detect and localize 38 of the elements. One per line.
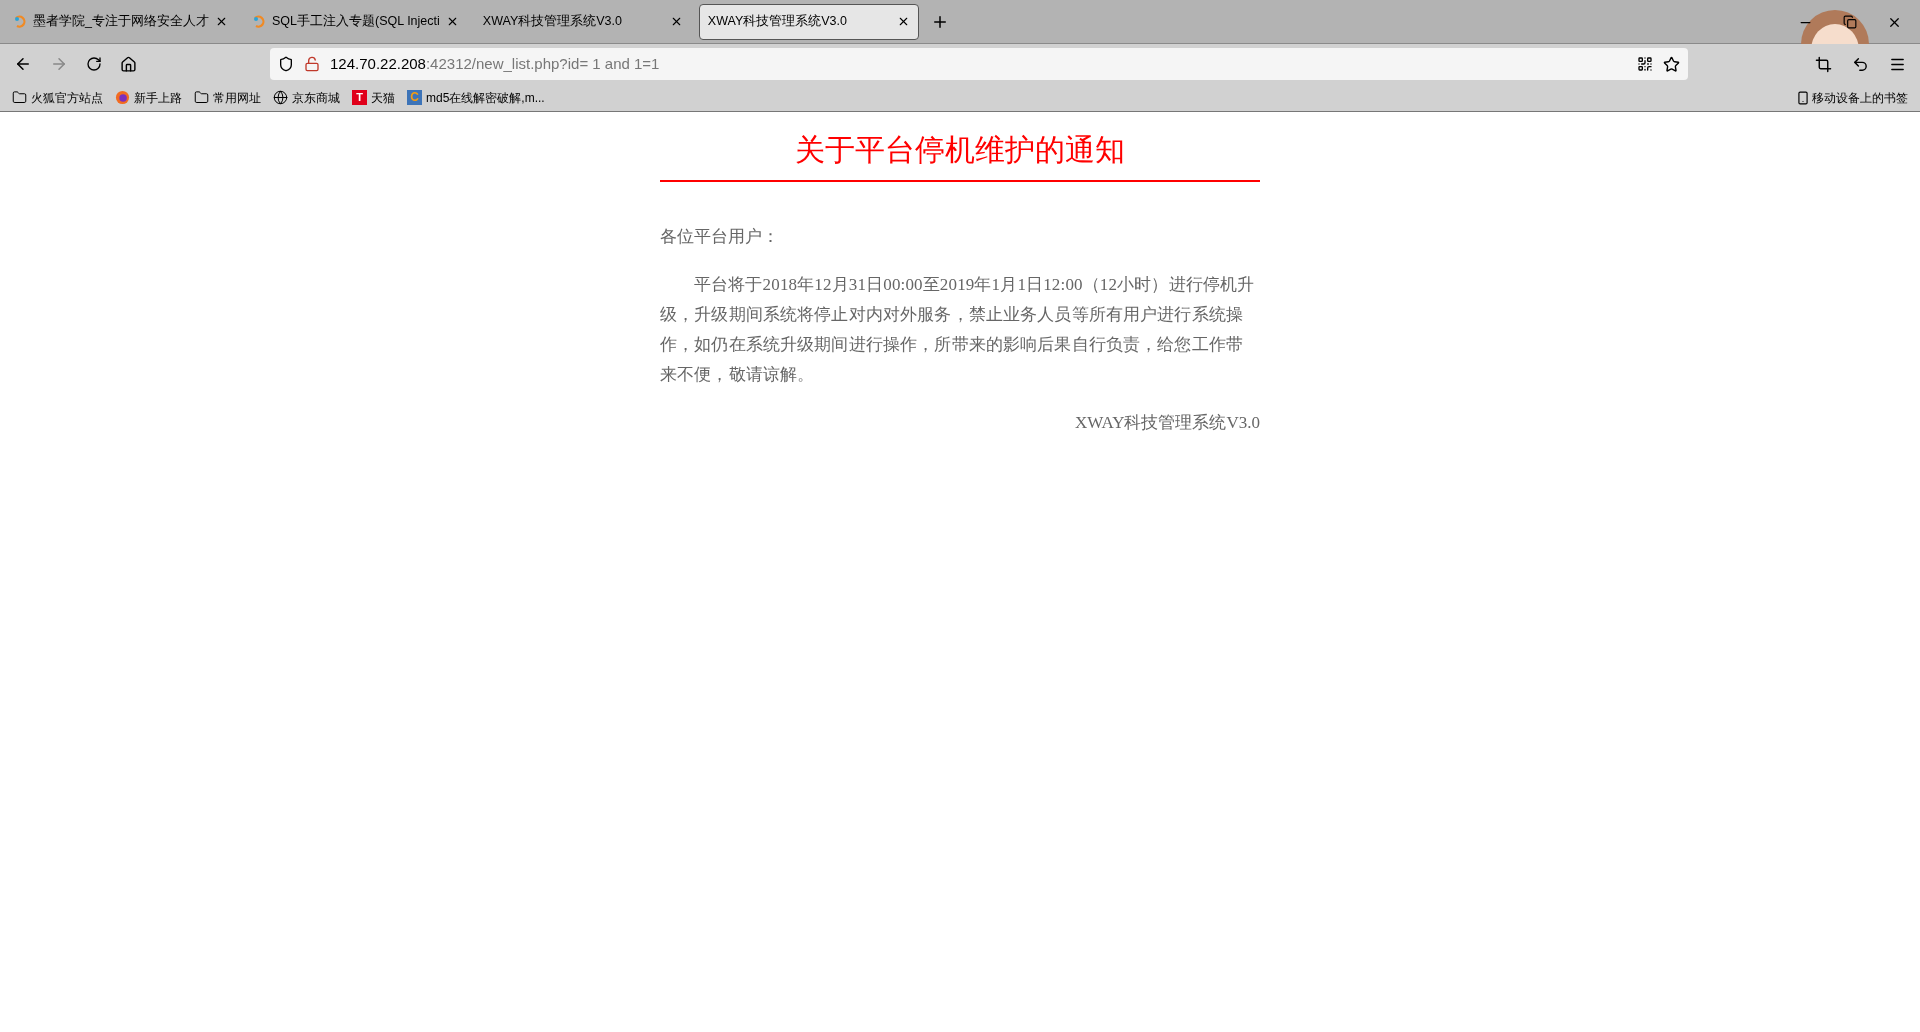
qr-code-icon[interactable] [1637, 56, 1653, 72]
firefox-icon [115, 90, 130, 105]
home-icon[interactable] [120, 55, 137, 73]
bookmark-item[interactable]: 火狐官方站点 [12, 88, 103, 107]
signature: XWAY科技管理系统V3.0 [1074, 412, 1260, 434]
tab-title: 墨者学院_专注于网络安全人才 [33, 13, 209, 31]
restore-icon[interactable] [1843, 15, 1857, 29]
mobile-bookmarks[interactable]: 移动设备上的书签 [1796, 88, 1908, 107]
tmall-icon: T [352, 90, 367, 105]
address-bar[interactable]: 124.70.22.208:42312/new_list.php?id= 1 and 1=1 [270, 48, 1688, 80]
browser-tab[interactable]: 墨者学院_专注于网络安全人才 [5, 3, 236, 40]
bookmark-item[interactable]: C md5在线解密破解,m... [407, 88, 545, 107]
browser-tab[interactable]: SQL手工注入专题(SQL Injecti [243, 3, 467, 40]
md5-site-icon: C [407, 90, 422, 105]
notice-body: 平台将于2018年12月31日00:00至2019年1月1日12:00（12小时）进行停机升级，升级期间系统将停止对内对外服务，禁止业务人员等所有用户进行系统操作，如仍在系统升级期间进行操作，所带来的影响后果自行负责，给您工作带来不便，敬请谅解。 [660, 274, 1256, 386]
browser-tab[interactable]: XWAY科技管理系统V3.0 [474, 3, 691, 40]
bookmark-item[interactable]: 常用网址 [194, 88, 261, 107]
tab-title: SQL手工注入专题(SQL Injecti [271, 13, 440, 31]
bookmark-item[interactable]: 京东商城 [273, 88, 340, 107]
tab-title: XWAY科技管理系统V3.0 [482, 13, 623, 31]
tab-title: XWAY科技管理系统V3.0 [707, 13, 848, 31]
greeting: 各位平台用户： [660, 226, 780, 248]
url-text: 124.70.22.208:42312/new_list.php?id= 1 and 1=1 [330, 53, 661, 74]
back-icon[interactable] [14, 55, 32, 73]
phone-icon [1796, 90, 1810, 105]
notice-title: 关于平台停机维护的通知 [794, 132, 1126, 168]
bookmark-star-icon[interactable] [1663, 55, 1680, 73]
bookmark-item[interactable]: T 天猫 [352, 88, 395, 107]
folder-icon [12, 90, 27, 105]
crop-icon[interactable] [1815, 55, 1832, 73]
shield-icon[interactable] [278, 56, 294, 72]
undo-icon[interactable] [1852, 55, 1869, 73]
browser-tab[interactable]: XWAY科技管理系统V3.0 [698, 3, 919, 40]
bookmark-item[interactable]: 新手上路 [115, 88, 182, 107]
globe-icon [273, 90, 288, 105]
insecure-lock-icon[interactable] [304, 56, 320, 72]
reload-icon[interactable] [86, 56, 102, 72]
folder-icon [194, 90, 209, 105]
